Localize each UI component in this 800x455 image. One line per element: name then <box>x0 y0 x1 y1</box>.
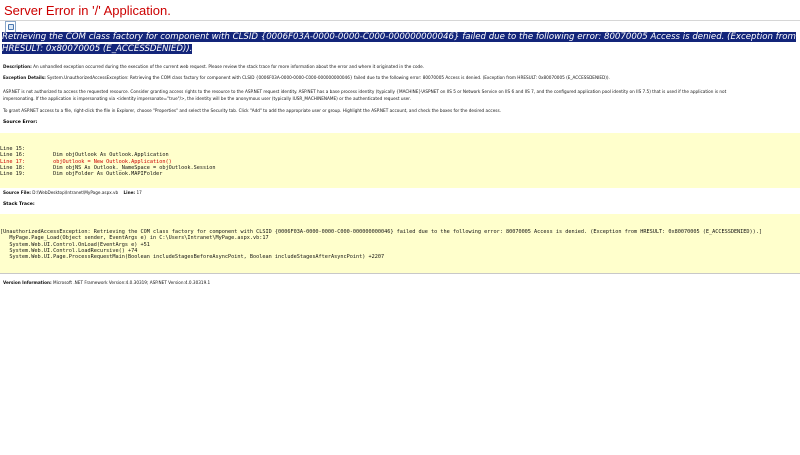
source-error-label: Source Error: <box>3 120 38 125</box>
exception-details-paragraph: Exception Details: System.UnauthorizedAc… <box>3 75 610 80</box>
error-message-text: Retrieving the COM class factory for com… <box>2 32 796 54</box>
aspnet-access-line-3: To grant ASP.NET access to a file, right… <box>3 108 501 113</box>
footer-divider <box>0 273 800 274</box>
line-number: 17 <box>135 190 142 195</box>
page-title: Server Error in '/' Application. <box>4 3 171 18</box>
source-file-path: D:\WebDesktop\Intranet\MyPage.aspx.vb <box>30 190 119 195</box>
version-information: Version Information: Microsoft .NET Fram… <box>3 280 210 285</box>
exception-details-text: System.UnauthorizedAccessException: Retr… <box>45 75 610 80</box>
stack-line: System.Web.UI.Page.ProcessRequestMain(Bo… <box>0 254 385 261</box>
stack-trace-box: [UnauthorizedAccessException: Retrieving… <box>0 214 800 273</box>
source-line: Line 19: Dim objFolder As Outlook.MAPIFo… <box>0 171 163 178</box>
error-message-heading: Retrieving the COM class factory for com… <box>2 32 799 55</box>
version-text: Microsoft .NET Framework Version:4.0.303… <box>51 280 211 285</box>
source-file-info: Source File: D:\WebDesktop\Intranet\MyPa… <box>3 190 142 195</box>
description-paragraph: Description: An unhandled exception occu… <box>3 64 424 69</box>
aspnet-access-line-1: ASP.NET is not authorized to access the … <box>3 89 727 94</box>
title-divider <box>0 20 800 21</box>
exception-details-label: Exception Details: <box>3 75 46 80</box>
line-label: Line: <box>123 190 136 195</box>
stack-trace-label: Stack Trace: <box>3 202 35 207</box>
description-label: Description: <box>3 64 32 69</box>
version-label: Version Information: <box>3 280 52 285</box>
description-text: An unhandled exception occurred during t… <box>31 64 425 69</box>
source-file-label: Source File: <box>3 190 31 195</box>
source-error-box: Line 15: Line 16: Dim objOutlook As Outlo… <box>0 133 800 188</box>
aspnet-access-line-2: impersonating. If the application is imp… <box>3 96 411 101</box>
